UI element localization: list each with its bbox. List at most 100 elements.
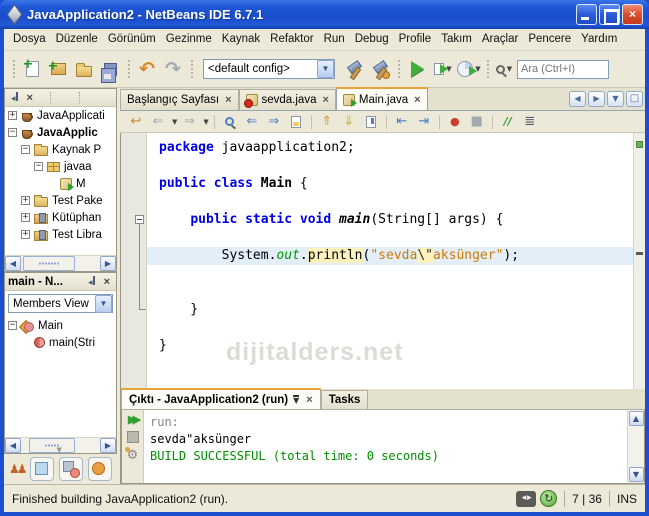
search-menu-button[interactable]: ▼ [493,56,515,82]
menu-item[interactable]: Dosya [8,29,51,50]
output-vscrollbar[interactable]: ▲ ▼ [627,410,644,483]
editor-tab[interactable]: sevda.java × [238,89,336,110]
editor-tab[interactable]: Main.java × [335,87,428,110]
expander-icon[interactable]: − [8,321,17,330]
search-input[interactable] [518,63,608,75]
error-stripe[interactable] [633,133,645,389]
menu-item[interactable]: Kaynak [217,29,265,50]
editor-tab[interactable]: Başlangıç Sayfası × [120,89,239,110]
output-text[interactable]: run: sevda"aksünger BUILD SUCCESSFUL (tota… [150,414,624,465]
projects-panel-header[interactable]: ◂ × [5,89,116,107]
shift-left-button[interactable]: ⇤ [392,113,412,131]
chevron-down-icon[interactable]: ▼ [95,294,112,313]
project-tree-node[interactable]: − Kaynak P [5,141,116,158]
forward-button[interactable]: ⇒ [179,113,199,131]
expander-icon[interactable]: − [21,145,30,154]
open-project-button[interactable] [71,56,97,82]
previous-bookmark-button[interactable]: ⇑ [317,113,337,131]
code-line[interactable] [147,157,633,175]
code-line[interactable] [147,319,633,337]
output-menu-icon[interactable]: ▼ [293,395,300,405]
title-bar[interactable]: JavaApplication2 - NetBeans IDE 6.7.1 × [0,0,649,29]
palette-button[interactable] [87,457,112,481]
close-icon[interactable]: × [225,94,231,106]
output-tab[interactable]: Çıktı - JavaApplication2 (run) ▼ × [121,388,321,409]
menu-item[interactable]: Yardım [576,29,622,50]
config-select[interactable]: <default config> ▼ [203,59,335,79]
menu-item[interactable]: Düzenle [51,29,103,50]
scroll-down-icon[interactable]: ▼ [628,467,644,482]
debug-button[interactable]: ▼ [430,56,456,82]
scan-refresh-icon[interactable]: ↻ [540,490,558,507]
tab-list-icon[interactable]: ▼ [607,91,624,107]
scroll-left-icon[interactable]: ◀ [5,256,21,271]
code-area[interactable]: package javaapplication2; public class M… [147,133,633,389]
back-button[interactable]: ⇐ [148,113,168,131]
close-button[interactable]: × [622,4,643,25]
code-line[interactable]: System.out.println("sevda\"aksünger"); [147,247,633,265]
project-tree-node[interactable]: + JavaApplicati [5,107,116,124]
navigator-panel-header[interactable]: main - N... ◂ × [5,273,116,291]
scroll-left-icon[interactable]: ◀ [5,438,21,453]
last-edit-button[interactable]: ↩ [126,113,146,131]
caret-nav-icon[interactable]: ◂ ▸ [516,490,537,507]
expander-icon[interactable]: + [8,111,17,120]
project-tree-node[interactable]: − javaa [5,158,116,175]
stop-run-icon[interactable] [126,431,139,443]
scroll-tabs-right-icon[interactable]: ▶ [588,91,605,107]
find-next-button[interactable]: ⇒ [264,113,284,131]
code-line[interactable]: public static void main(String[] args) { [147,211,633,229]
record-macro-button[interactable]: ● [445,113,465,131]
stop-macro-button[interactable]: ■ [467,113,487,131]
code-line[interactable]: package javaapplication2; [147,139,633,157]
find-selection-button[interactable] [220,113,240,131]
save-all-button[interactable] [97,56,123,83]
auto-hide-icon[interactable]: ◂ [8,91,24,104]
profile-button[interactable]: ▼ [456,56,482,82]
close-icon[interactable]: × [101,276,113,288]
toggle-bookmark-button[interactable] [361,113,381,131]
find-previous-button[interactable]: ⇐ [242,113,262,131]
undo-button[interactable]: ↶ [134,56,160,82]
project-tree-node[interactable]: + Kütüphan [5,209,116,226]
close-icon[interactable]: × [306,394,312,406]
project-tree-node[interactable]: + Test Libra [5,226,116,243]
scroll-right-icon[interactable]: ▶ [100,256,116,271]
caret-position-mark[interactable] [636,252,643,255]
navigator-view-select[interactable]: Members View ▼ [8,294,113,313]
maximize-button[interactable] [599,4,620,25]
highlight-search-button[interactable] [286,113,306,131]
code-fold-toggle[interactable] [135,215,144,224]
new-file-button[interactable]: + [19,56,45,82]
maximize-window-icon[interactable]: □ [626,91,643,107]
expander-icon[interactable]: + [21,196,30,205]
next-bookmark-button[interactable]: ⇓ [339,113,359,131]
scroll-tabs-left-icon[interactable]: ◀ [569,91,586,107]
chevron-down-icon[interactable]: ▼ [317,60,334,78]
rerun-icon[interactable]: ▶▶ [128,413,141,426]
menu-item[interactable]: Profile [394,29,437,50]
code-line[interactable] [147,265,633,283]
designer-mode-button[interactable] [58,457,83,481]
expander-icon[interactable]: + [21,230,30,239]
uncomment-button[interactable]: ≣ [520,113,540,131]
project-tree-node[interactable]: − JavaApplic [5,124,116,141]
build-button[interactable] [341,56,367,82]
close-icon[interactable]: × [322,94,328,106]
menu-item[interactable]: Pencere [523,29,576,50]
code-line[interactable]: public class Main { [147,175,633,193]
scrollbar-thumb[interactable] [23,256,75,271]
ant-settings-icon[interactable]: ⚙ [124,447,138,463]
code-line[interactable]: } [147,337,633,355]
close-icon[interactable]: × [414,94,420,106]
project-tree-node[interactable]: + Test Pake [5,192,116,209]
menu-item[interactable]: Run [319,29,350,50]
menu-item[interactable]: Gezinme [161,29,217,50]
splitter-handle-icon[interactable]: ▼ [57,446,62,454]
menu-item[interactable]: Takım [436,29,477,50]
code-editor[interactable]: dijitalders.net package javaapplication2… [120,133,645,389]
auto-hide-icon[interactable]: ◂ [85,275,101,288]
redo-button[interactable]: ↷ [160,56,186,82]
close-icon[interactable]: × [24,92,36,104]
menu-item[interactable]: Refaktor [265,29,318,50]
